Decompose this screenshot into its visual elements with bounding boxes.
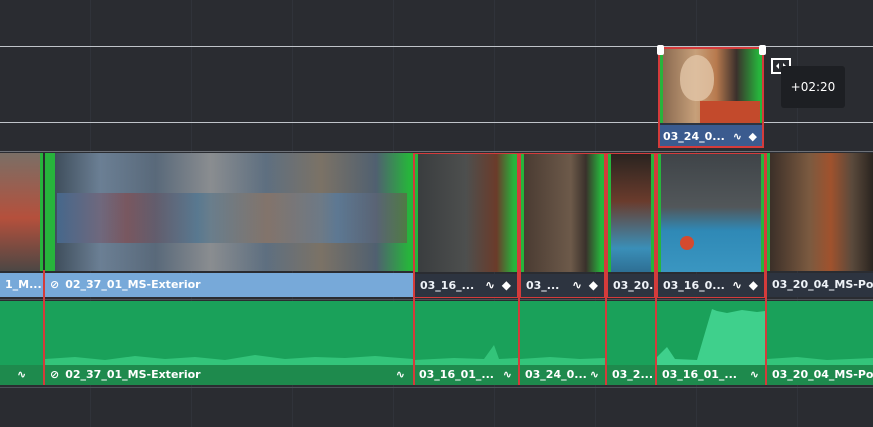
clip-label: 03_24_0... ∿ ◆ xyxy=(660,125,762,146)
diamond-icon: ◆ xyxy=(748,278,758,292)
video-clip[interactable]: 03_... ∿ ◆ xyxy=(520,153,605,298)
video-clip[interactable]: 03_20_04_MS-Pool S xyxy=(767,153,873,298)
clip-thumbnail xyxy=(658,154,764,272)
waveform xyxy=(767,357,873,367)
trim-offset: +02:20 xyxy=(790,80,836,94)
curve-icon: ∿ xyxy=(17,368,27,381)
diamond-icon: ◆ xyxy=(501,278,511,292)
clip-name: 03_16_0... xyxy=(663,279,725,292)
edit-point[interactable] xyxy=(518,153,520,385)
clip-label: 1_M... xyxy=(0,273,43,297)
clip-name: 03_16_... xyxy=(420,279,475,292)
clip-thumbnail xyxy=(415,154,517,272)
trim-handle-left[interactable] xyxy=(657,45,664,55)
clip-name: 03_24_0... xyxy=(525,368,587,381)
diamond-icon: ◆ xyxy=(748,130,757,143)
clip-thumbnail xyxy=(0,153,43,271)
clip-thumbnail xyxy=(767,153,873,271)
video-clip[interactable]: 03_16_... ∿ ◆ xyxy=(414,153,518,298)
curve-icon: ∿ xyxy=(395,368,405,381)
video-clip[interactable]: 1_M... xyxy=(0,153,43,298)
waveform xyxy=(520,357,605,367)
audio-label: 03_2... xyxy=(607,365,655,385)
clip-thumbnail xyxy=(521,154,604,272)
edit-point[interactable] xyxy=(655,153,657,385)
audio-label: 03_24_0... ∿ xyxy=(520,365,605,385)
clip-label: 03_16_0... ∿ ◆ xyxy=(658,274,764,297)
track-separator xyxy=(0,387,873,388)
clip-label: 03_... ∿ ◆ xyxy=(521,274,604,297)
trim-tooltip: +02:20 xyxy=(781,66,845,108)
clip-name: 03_24_0... xyxy=(663,130,725,143)
audio-clip[interactable]: 03_24_0... ∿ xyxy=(520,301,605,385)
video-clip[interactable]: 03_16_0... ∿ ◆ xyxy=(657,153,765,298)
thumbnail-shirt xyxy=(700,101,760,123)
audio-clip[interactable]: ∿ xyxy=(0,301,43,385)
audio-clip[interactable]: 03_16_01_... ∿ xyxy=(414,301,518,385)
link-icon: ⊘ xyxy=(50,278,60,291)
clip-name: 03_16_01_... xyxy=(419,368,494,381)
clip-name: 02_37_01_MS-Exterior xyxy=(65,368,201,381)
graffiti-band xyxy=(57,193,407,243)
audio-label: 03_16_01_... ∿ xyxy=(414,365,518,385)
audio-clip[interactable]: 03_16_01_... ∿ xyxy=(657,301,765,385)
clip-edge xyxy=(40,153,43,271)
edit-point[interactable] xyxy=(605,153,607,385)
track-separator xyxy=(0,299,873,300)
waveform xyxy=(45,355,413,367)
video-clip-selected[interactable]: ⊘ 02_37_01_MS-Exterior xyxy=(45,153,413,298)
edit-point[interactable] xyxy=(413,153,415,385)
clip-label: ⊘ 02_37_01_MS-Exterior xyxy=(45,273,413,297)
upper-video-clip[interactable]: 03_24_0... ∿ ◆ xyxy=(658,47,764,148)
curve-icon: ∿ xyxy=(731,278,742,292)
clip-edge xyxy=(608,154,611,272)
audio-label: ∿ xyxy=(0,365,43,385)
diamond-icon: ◆ xyxy=(588,278,598,292)
clip-label: 03_20_04_MS-Pool S xyxy=(767,273,873,297)
curve-icon: ∿ xyxy=(571,278,582,292)
pool-ball xyxy=(680,236,694,250)
video-clip[interactable]: 03_20... xyxy=(607,153,655,298)
edit-point[interactable] xyxy=(765,153,767,385)
audio-label: 03_20_04_MS-Pool S xyxy=(767,365,873,385)
link-icon: ⊘ xyxy=(50,368,60,381)
track-separator xyxy=(0,151,873,152)
clip-edge xyxy=(658,154,661,272)
curve-icon: ∿ xyxy=(502,368,512,381)
trim-handle-right[interactable] xyxy=(759,45,766,55)
clip-label: 03_16_... ∿ ◆ xyxy=(415,274,517,297)
audio-label: ⊘ 02_37_01_MS-Exterior ∿ xyxy=(45,365,413,385)
clip-label: 03_20... xyxy=(608,274,654,297)
clip-name: 03_2... xyxy=(612,368,653,381)
clip-edge xyxy=(651,154,654,272)
curve-icon: ∿ xyxy=(589,368,599,381)
audio-clip[interactable]: 03_20_04_MS-Pool S xyxy=(767,301,873,385)
waveform xyxy=(657,309,765,367)
clip-thumbnail xyxy=(608,154,654,272)
clip-name: 03_... xyxy=(526,279,560,292)
audio-clip[interactable]: ⊘ 02_37_01_MS-Exterior ∿ xyxy=(45,301,413,385)
clip-name: 02_37_01_MS-Exterior xyxy=(65,278,201,291)
timeline: 03_24_0... ∿ ◆ +02:20 1_M... ⊘ 02_37_01_M… xyxy=(0,0,873,427)
audio-clip[interactable]: 03_2... xyxy=(607,301,655,385)
curve-icon: ∿ xyxy=(484,278,495,292)
curve-icon: ∿ xyxy=(749,368,759,381)
clip-name: 03_16_01_... xyxy=(662,368,737,381)
audio-label: 03_16_01_... ∿ xyxy=(657,365,765,385)
thumbnail-face xyxy=(680,55,714,101)
curve-icon: ∿ xyxy=(732,130,742,143)
edit-point[interactable] xyxy=(43,270,45,385)
clip-edge xyxy=(761,154,764,272)
waveform xyxy=(414,345,518,367)
